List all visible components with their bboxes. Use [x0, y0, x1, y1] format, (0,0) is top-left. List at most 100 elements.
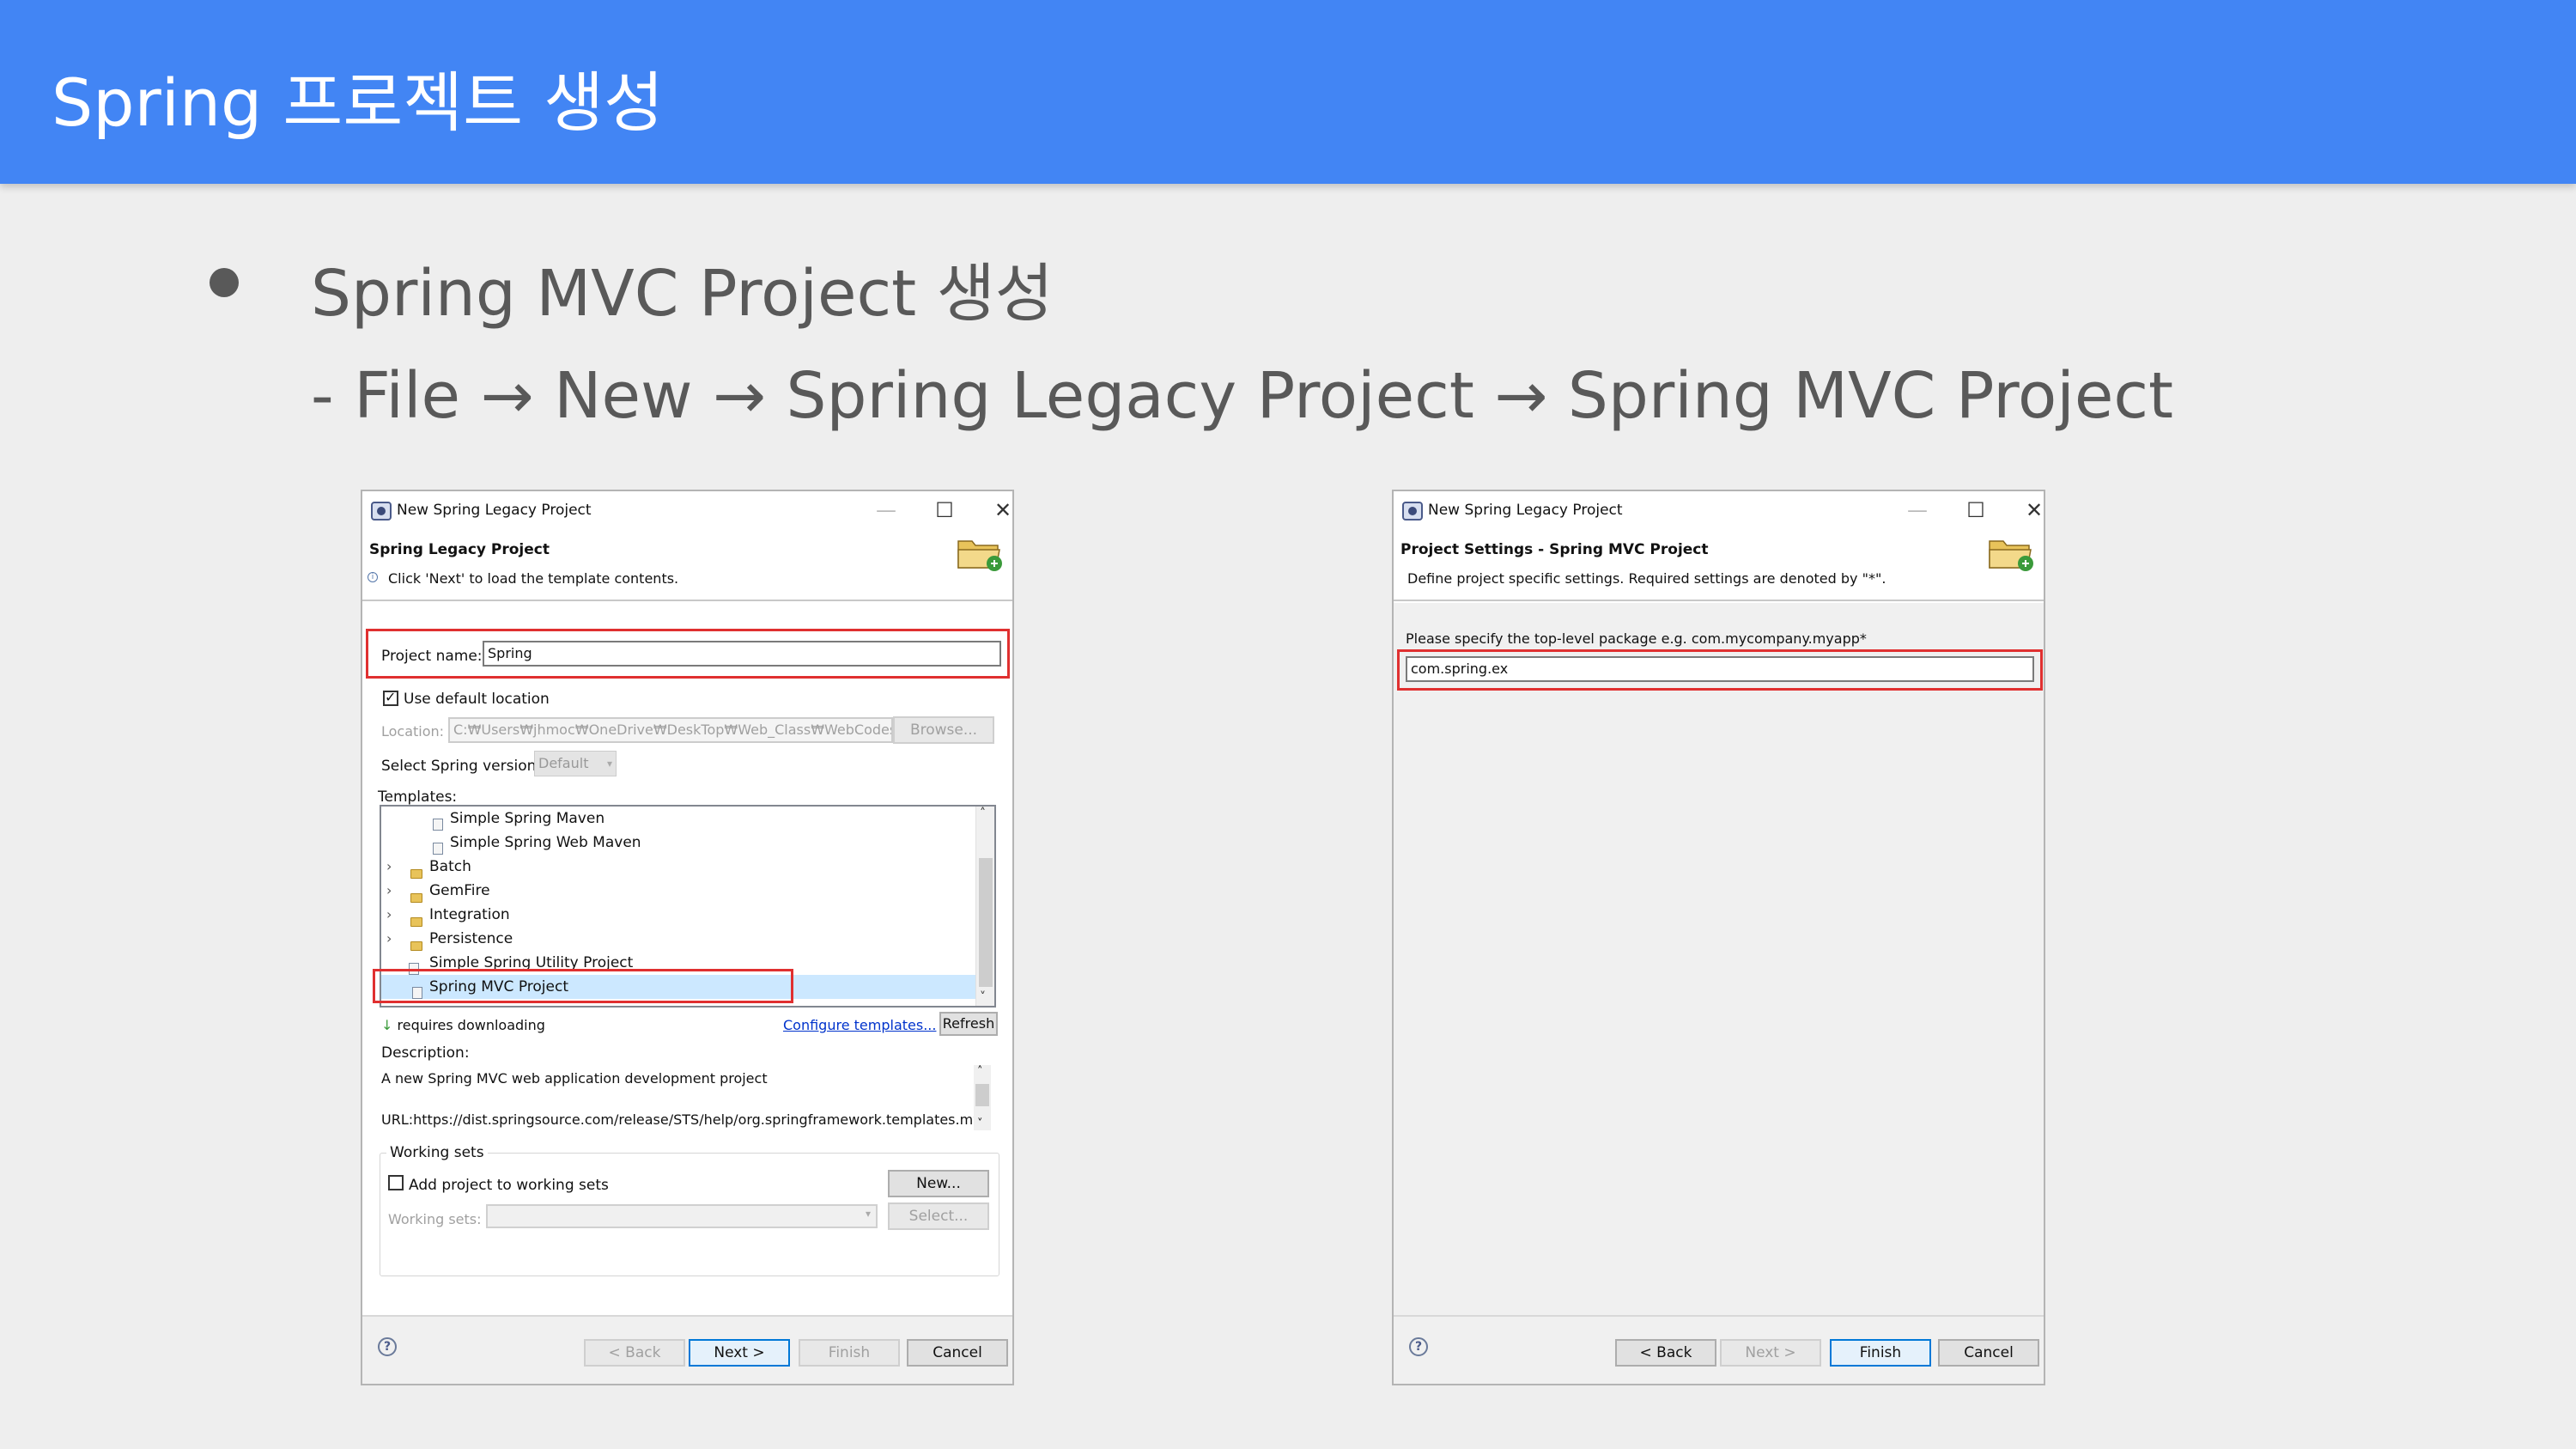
wizard-banner: Spring Legacy Project i Click 'Next' to … [362, 529, 1012, 601]
wizard-heading: Project Settings - Spring MVC Project [1400, 541, 1709, 558]
wizard-heading: Spring Legacy Project [369, 541, 550, 558]
bullet-text: Spring MVC Project 생성 [311, 257, 1054, 331]
tree-scrollbar[interactable]: ˄ ˅ [975, 807, 994, 1006]
scroll-up-icon[interactable]: ˄ [980, 807, 986, 820]
slide-title: Spring 프로젝트 생성 [52, 64, 665, 141]
package-label: Please specify the top-level package e.g… [1406, 630, 1867, 647]
folder-icon [410, 868, 422, 879]
scroll-thumb[interactable] [975, 1084, 989, 1106]
spring-version-value: Default [538, 755, 589, 771]
configure-templates-link[interactable]: Configure templates... [783, 1017, 936, 1033]
wizard-folder-icon [957, 540, 1002, 571]
scroll-thumb[interactable] [979, 858, 993, 987]
maximize-icon[interactable]: ☐ [1959, 496, 1993, 524]
wizard-folder-icon [1989, 540, 2033, 571]
package-input[interactable]: com.spring.ex [1406, 656, 2034, 682]
refresh-button[interactable]: Refresh [939, 1012, 998, 1036]
finish-button[interactable]: Finish [1830, 1339, 1931, 1367]
tree-item-label: Integration [429, 906, 510, 923]
project-settings-dialog: New Spring Legacy Project — ☐ ✕ Project … [1392, 490, 2045, 1385]
slide-header: Spring 프로젝트 생성 [0, 0, 2576, 184]
tree-item[interactable]: Simple Spring Web Maven [381, 831, 977, 855]
tree-item[interactable]: › Integration [381, 903, 977, 927]
scroll-down-icon[interactable]: ˅ [980, 990, 986, 1004]
template-url-text: URL:https://dist.springsource.com/releas… [381, 1111, 981, 1128]
close-icon[interactable]: ✕ [986, 496, 1012, 524]
description-label: Description: [381, 1044, 470, 1062]
chevron-right-icon[interactable]: › [386, 903, 392, 927]
wizard-subtext: Define project specific settings. Requir… [1407, 570, 1886, 587]
tree-item-label: Simple Spring Web Maven [450, 834, 641, 851]
browse-button[interactable]: Browse... [893, 716, 994, 744]
description-text: A new Spring MVC web application develop… [381, 1070, 768, 1087]
working-sets-group-label: Working sets [386, 1144, 488, 1161]
help-icon[interactable]: ? [378, 1337, 397, 1356]
tree-item-label: Persistence [429, 930, 513, 947]
chevron-down-icon: ▾ [606, 758, 612, 770]
back-button[interactable]: < Back [1615, 1339, 1716, 1367]
next-button[interactable]: Next > [1720, 1339, 1821, 1367]
use-default-location-checkbox[interactable] [383, 689, 398, 706]
use-default-location-label: Use default location [404, 691, 550, 708]
working-sets-combo[interactable]: ▾ [486, 1204, 878, 1228]
menu-path-text: - File → New → Spring Legacy Project → S… [311, 359, 2174, 433]
tree-item-label: GemFire [429, 882, 490, 899]
info-icon: i [368, 572, 378, 582]
template-icon [433, 819, 443, 831]
button-bar: ? < Back Next > Finish Cancel [362, 1315, 1012, 1384]
minimize-icon[interactable]: — [869, 496, 903, 524]
wizard-subtext: Click 'Next' to load the template conten… [388, 570, 679, 587]
finish-button[interactable]: Finish [799, 1339, 900, 1367]
chevron-right-icon[interactable]: › [386, 855, 392, 879]
close-icon[interactable]: ✕ [2017, 496, 2044, 524]
location-label: Location: [381, 723, 445, 740]
tree-item-label: Simple Spring Maven [450, 810, 605, 827]
app-icon [1402, 502, 1423, 521]
settings-body [1394, 603, 2044, 1318]
app-icon [371, 502, 392, 521]
tree-item[interactable]: › Batch [381, 855, 977, 879]
project-name-input[interactable]: Spring [483, 641, 1001, 667]
wizard-banner: Project Settings - Spring MVC Project De… [1394, 529, 2044, 601]
add-to-working-sets-label: Add project to working sets [409, 1177, 609, 1194]
templates-label: Templates: [378, 788, 458, 806]
next-button[interactable]: Next > [689, 1339, 790, 1367]
folder-icon [410, 892, 422, 903]
tree-item-label: Batch [429, 858, 471, 875]
chevron-right-icon[interactable]: › [386, 927, 392, 951]
spring-mvc-project-highlight [373, 969, 793, 1003]
window-title: New Spring Legacy Project [397, 502, 592, 519]
window-title: New Spring Legacy Project [1428, 502, 1623, 519]
chevron-right-icon[interactable]: › [386, 879, 392, 903]
tree-item[interactable]: › Persistence [381, 927, 977, 951]
button-bar: ? < Back Next > Finish Cancel [1394, 1315, 2044, 1384]
download-icon: ↓ [381, 1017, 393, 1033]
add-to-working-sets-checkbox[interactable] [388, 1175, 404, 1190]
location-input[interactable]: C:₩Users₩jhmoc₩OneDrive₩DeskTop₩Web_Clas… [448, 717, 893, 743]
spring-version-label: Select Spring version: [381, 758, 542, 775]
requires-downloading-label: ↓ requires downloading [381, 1017, 545, 1033]
back-button[interactable]: < Back [584, 1339, 685, 1367]
scroll-up-icon[interactable]: ˄ [977, 1065, 983, 1078]
bullet-dot [210, 268, 239, 297]
folder-icon [410, 916, 422, 927]
select-working-set-button[interactable]: Select... [888, 1202, 989, 1230]
maximize-icon[interactable]: ☐ [927, 496, 962, 524]
new-spring-legacy-project-dialog: New Spring Legacy Project — ☐ ✕ Spring L… [361, 490, 1014, 1385]
tree-item[interactable]: › GemFire [381, 879, 977, 903]
new-working-set-button[interactable]: New... [888, 1170, 989, 1197]
scroll-down-icon[interactable]: ˅ [977, 1117, 983, 1130]
cancel-button[interactable]: Cancel [907, 1339, 1008, 1367]
working-sets-label: Working sets: [388, 1211, 482, 1227]
cancel-button[interactable]: Cancel [1938, 1339, 2039, 1367]
help-icon[interactable]: ? [1409, 1337, 1428, 1356]
folder-icon [410, 941, 422, 951]
minimize-icon[interactable]: — [1900, 496, 1935, 524]
description-scrollbar[interactable]: ˄ ˅ [974, 1065, 991, 1130]
project-name-label: Project name: [381, 648, 483, 665]
chevron-down-icon: ▾ [865, 1208, 871, 1220]
spring-version-select[interactable]: Default ▾ [534, 751, 617, 776]
tree-item[interactable]: Simple Spring Maven [381, 807, 977, 831]
template-icon [433, 843, 443, 855]
requires-downloading-text: requires downloading [397, 1017, 545, 1033]
